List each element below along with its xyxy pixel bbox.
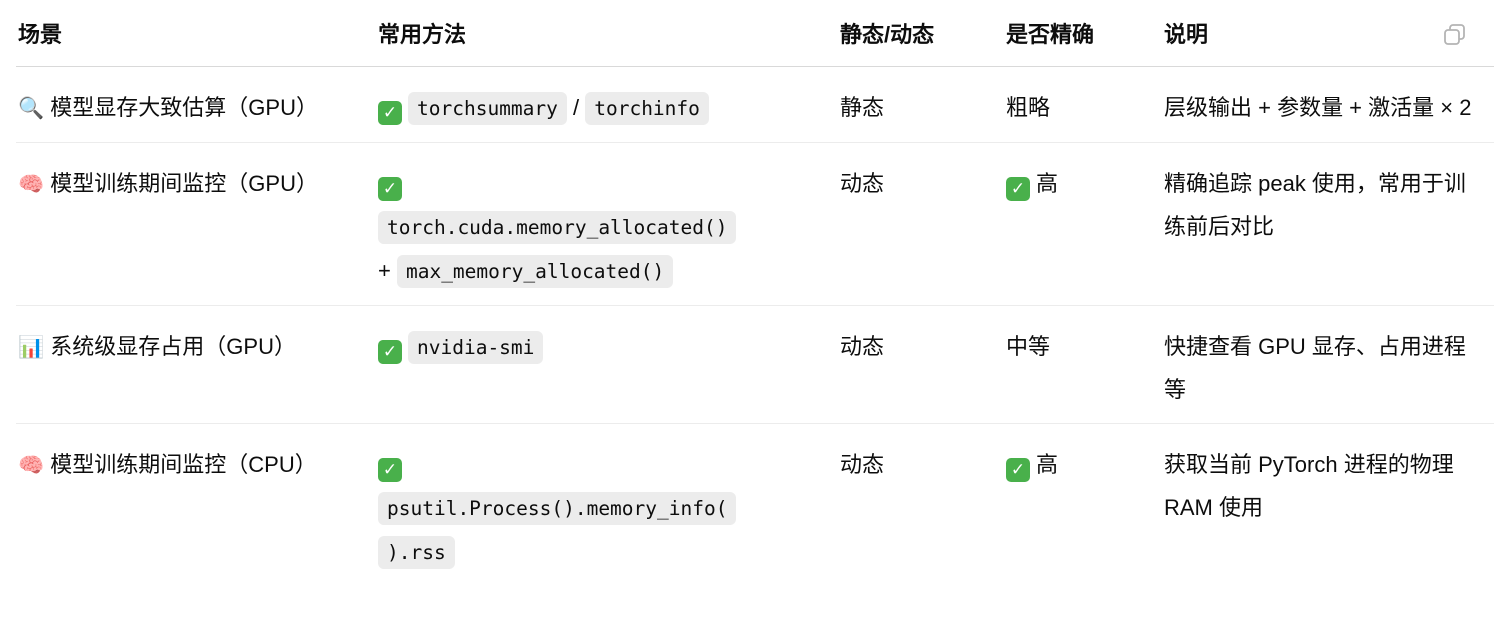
check-icon: ✓ (1006, 176, 1030, 201)
cell-description: 层级输出 + 参数量 + 激活量 × 2 (1162, 66, 1494, 143)
check-icon: ✓ (378, 457, 402, 482)
header-precise: 是否精确 (1004, 0, 1162, 67)
code-snippet: psutil.Process().memory_info( (378, 491, 737, 525)
scene-label: 模型显存大致估算（GPU） (50, 94, 318, 120)
scene-label: 模型训练期间监控（CPU） (50, 451, 317, 477)
code-snippet: ).rss (378, 535, 455, 569)
cell-description: 获取当前 PyTorch 进程的物理 RAM 使用 (1164, 451, 1454, 520)
cell-precise: ✓ 高 (1004, 142, 1162, 306)
precise-label: 高 (1036, 170, 1059, 196)
cell-description: 精确追踪 peak 使用，常用于训练前后对比 (1162, 142, 1494, 306)
table-row: 🔍 模型显存大致估算（GPU） ✓ torchsummary / torchinfo… (16, 66, 1494, 143)
cell-scene: 🧠 模型训练期间监控（CPU） (16, 423, 376, 586)
copy-icon[interactable] (1442, 22, 1468, 48)
comparison-table-container: 场景 常用方法 静态/动态 是否精确 说明 🔍 模型显存大致估算（GPU） ✓ to… (16, 0, 1494, 642)
header-scene: 场景 (16, 0, 376, 67)
method-text: + (378, 257, 397, 283)
brain-icon: 🧠 (18, 171, 45, 196)
code-snippet: torchinfo (585, 91, 709, 125)
cell-method: ✓ torchsummary / torchinfo (376, 66, 838, 143)
table-row: 📊 系统级显存占用（GPU） ✓ nvidia-smi 动态 中等 快捷查看 GPU 显存… (16, 305, 1494, 424)
code-snippet: nvidia-smi (408, 330, 544, 364)
cell-scene: 🧠 模型训练期间监控（GPU） (16, 142, 376, 306)
cell-scene: 🔍 模型显存大致估算（GPU） (16, 66, 376, 143)
brain-icon: 🧠 (18, 452, 45, 477)
scene-label: 模型训练期间监控（GPU） (50, 170, 318, 196)
table-header-row: 场景 常用方法 静态/动态 是否精确 说明 (16, 0, 1494, 67)
code-snippet: torchsummary (408, 91, 567, 125)
method-text: / (566, 94, 586, 120)
cell-description: 快捷查看 GPU 显存、占用进程等 (1162, 305, 1494, 424)
cell-precise: 中等 (1004, 305, 1162, 424)
header-method: 常用方法 (376, 0, 838, 67)
cell-scene: 📊 系统级显存占用（GPU） (16, 305, 376, 424)
scene-label: 系统级显存占用（GPU） (50, 333, 296, 359)
precise-label: 高 (1036, 451, 1059, 477)
precise-label: 中等 (1006, 333, 1051, 359)
cell-precise: 粗略 (1004, 66, 1162, 143)
check-icon: ✓ (378, 176, 402, 201)
cell-static-dynamic: 动态 (838, 305, 1004, 424)
bar-chart-icon: 📊 (18, 334, 45, 359)
comparison-table: 场景 常用方法 静态/动态 是否精确 说明 🔍 模型显存大致估算（GPU） ✓ to… (16, 0, 1494, 586)
cell-method: ✓ torch.cuda.memory_allocated() + max_memo… (376, 142, 838, 306)
magnifier-icon: 🔍 (18, 95, 45, 120)
cell-static-dynamic: 动态 (840, 451, 885, 477)
cell-static-dynamic: 动态 (838, 142, 1004, 306)
table-row: 🧠 模型训练期间监控（CPU） ✓ psutil.Process().memory_… (16, 423, 1494, 586)
cell-method: ✓ nvidia-smi (376, 305, 838, 424)
table-row: 🧠 模型训练期间监控（GPU） ✓ torch.cuda.memory_alloca… (16, 142, 1494, 306)
header-static-dynamic: 静态/动态 (838, 0, 1004, 67)
check-icon: ✓ (378, 100, 402, 125)
check-icon: ✓ (1006, 457, 1030, 482)
table-body: 🔍 模型显存大致估算（GPU） ✓ torchsummary / torchinfo… (16, 66, 1494, 586)
precise-label: 粗略 (1006, 94, 1051, 120)
cell-precise: ✓ 高 (1004, 423, 1162, 586)
check-icon: ✓ (378, 339, 402, 364)
cell-method: ✓ psutil.Process().memory_info( ).rss (376, 423, 838, 586)
code-snippet: max_memory_allocated() (396, 254, 674, 288)
cell-static-dynamic: 静态 (838, 66, 1004, 143)
code-snippet: torch.cuda.memory_allocated() (378, 210, 737, 244)
